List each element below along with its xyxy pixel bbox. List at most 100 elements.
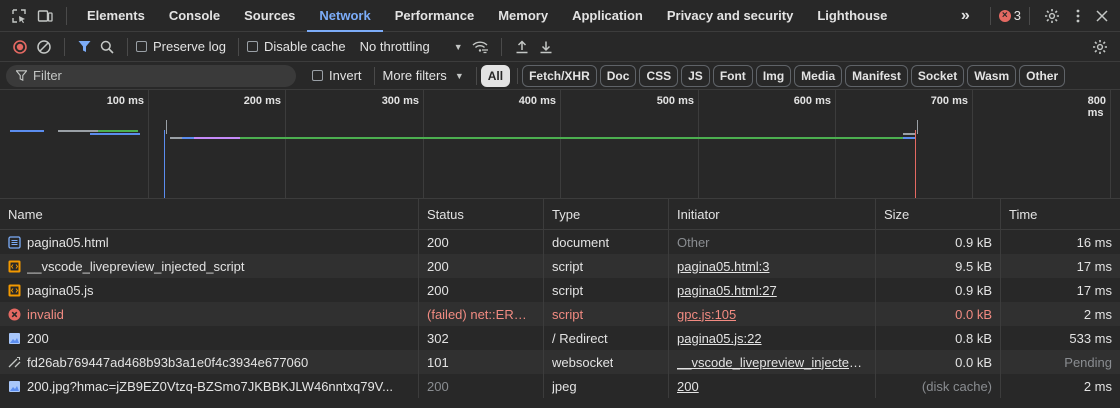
type-filter-font[interactable]: Font: [712, 64, 753, 87]
checkbox-icon[interactable]: [246, 41, 258, 52]
export-har-icon[interactable]: [534, 40, 558, 54]
dom-content-loaded-marker: [164, 130, 165, 198]
type-filter-css[interactable]: CSS: [639, 64, 679, 87]
cell-name[interactable]: pagina05.js: [0, 278, 419, 302]
initiator-link[interactable]: pagina05.js:22: [677, 331, 762, 346]
size-value: (disk cache): [921, 378, 992, 394]
inspect-element-icon[interactable]: [6, 3, 32, 29]
tab-privacy-and-security[interactable]: Privacy and security: [655, 0, 805, 32]
column-header-type[interactable]: Type: [544, 199, 669, 229]
settings-gear-icon[interactable]: [1038, 2, 1066, 30]
tab-elements[interactable]: Elements: [75, 0, 157, 32]
cell-size: (disk cache): [876, 374, 1001, 398]
throttling-select[interactable]: No throttling ▼: [360, 39, 463, 54]
kebab-menu-icon[interactable]: [1066, 2, 1090, 30]
cell-initiator: Other: [669, 230, 876, 254]
type-filter-all[interactable]: All: [480, 64, 511, 87]
tab-lighthouse[interactable]: Lighthouse: [805, 0, 899, 32]
initiator-link[interactable]: 200: [677, 379, 699, 394]
table-row[interactable]: pagina05.js 200 script pagina05.html:27 0.9 …: [0, 278, 1120, 302]
load-event-marker: [915, 130, 916, 198]
type-filter-manifest[interactable]: Manifest: [845, 64, 908, 87]
search-icon[interactable]: [95, 40, 119, 54]
table-row[interactable]: __vscode_livepreview_injected_script 200 s…: [0, 254, 1120, 278]
preserve-log-checkbox[interactable]: Preserve log: [136, 39, 226, 54]
selection-handle-right[interactable]: [917, 120, 918, 134]
cell-initiator[interactable]: 200: [669, 374, 876, 398]
invert-checkbox[interactable]: Invert: [312, 68, 362, 83]
initiator-link[interactable]: gpc.js:105: [677, 307, 736, 322]
cell-type: script: [544, 302, 669, 326]
request-name: pagina05.js: [27, 282, 94, 298]
type-filter-socket[interactable]: Socket: [910, 64, 965, 87]
type-filter-wasm[interactable]: Wasm: [967, 64, 1017, 87]
column-header-name[interactable]: Name: [0, 199, 419, 229]
column-header-size[interactable]: Size: [876, 199, 1001, 229]
table-row[interactable]: 200 302 / Redirect pagina05.js:22 0.8 kB 533 …: [0, 326, 1120, 350]
filter-funnel-icon[interactable]: [73, 40, 95, 53]
type-filter-doc[interactable]: Doc: [599, 64, 637, 87]
column-header-status[interactable]: Status: [419, 199, 544, 229]
divider: [64, 37, 65, 56]
time-value: 2 ms: [1083, 378, 1112, 394]
selection-handle-left[interactable]: [166, 120, 167, 134]
filter-input[interactable]: Filter: [6, 64, 296, 87]
more-tabs-button[interactable]: »: [949, 0, 982, 32]
script-icon: [8, 284, 21, 297]
timeline-tick-label: 600 ms: [793, 95, 831, 107]
time-value: 533 ms: [1069, 330, 1112, 346]
cell-initiator[interactable]: pagina05.js:22: [669, 326, 876, 350]
column-header-initiator[interactable]: Initiator: [669, 199, 876, 229]
timeline-tick-label: 200 ms: [243, 95, 281, 107]
clear-icon[interactable]: [32, 39, 56, 54]
type-filter-js[interactable]: JS: [681, 64, 710, 87]
cell-initiator[interactable]: gpc.js:105: [669, 302, 876, 326]
table-row[interactable]: 200.jpg?hmac=jZB9EZ0Vtzq-BZSmo7JKBBKJLW4…: [0, 374, 1120, 398]
waterfall-bar-queue: [182, 137, 194, 139]
type-filter-img[interactable]: Img: [755, 64, 792, 87]
network-conditions-icon[interactable]: [467, 40, 493, 54]
cell-initiator[interactable]: pagina05.html:3: [669, 254, 876, 278]
cell-name[interactable]: __vscode_livepreview_injected_script: [0, 254, 419, 278]
cell-name[interactable]: fd26ab769447ad468b93b3a1e0f4c3934e677060: [0, 350, 419, 374]
cell-size: 0.8 kB: [876, 326, 1001, 350]
tab-memory[interactable]: Memory: [486, 0, 560, 32]
cell-name[interactable]: 200: [0, 326, 419, 350]
resource-type-filters: All Fetch/XHR Doc CSS JS Font Img Media Manifest…: [480, 64, 1068, 87]
type-filter-other[interactable]: Other: [1019, 64, 1066, 87]
dropdown-arrow-icon: ▼: [454, 70, 464, 81]
cell-name[interactable]: invalid: [0, 302, 419, 326]
initiator-link[interactable]: pagina05.html:27: [677, 283, 777, 298]
initiator-link[interactable]: __vscode_livepreview_injected_s: [677, 355, 867, 370]
column-header-time[interactable]: Time: [1001, 199, 1120, 229]
table-row[interactable]: fd26ab769447ad468b93b3a1e0f4c3934e677060…: [0, 350, 1120, 374]
device-toolbar-icon[interactable]: [32, 3, 58, 29]
cell-name[interactable]: 200.jpg?hmac=jZB9EZ0Vtzq-BZSmo7JKBBKJLW4…: [0, 374, 419, 398]
table-row[interactable]: invalid (failed) net::ERR_... script gpc.js…: [0, 302, 1120, 326]
more-filters-dropdown[interactable]: More filters ▼: [383, 68, 464, 83]
tab-network[interactable]: Network: [307, 0, 383, 32]
disable-cache-checkbox[interactable]: Disable cache: [246, 39, 346, 54]
tab-application[interactable]: Application: [560, 0, 655, 32]
cell-size: 0.9 kB: [876, 278, 1001, 302]
tab-console[interactable]: Console: [157, 0, 232, 32]
checkbox-icon[interactable]: [136, 41, 147, 52]
initiator-link[interactable]: pagina05.html:3: [677, 259, 770, 274]
cell-initiator[interactable]: __vscode_livepreview_injected_s: [669, 350, 876, 374]
network-overview-timeline[interactable]: 100 ms 200 ms 300 ms 400 ms 500 ms 600 ms 700 …: [0, 90, 1120, 199]
tab-sources[interactable]: Sources: [232, 0, 307, 32]
network-settings-gear-icon[interactable]: [1088, 39, 1112, 55]
tab-performance[interactable]: Performance: [383, 0, 486, 32]
type-filter-media[interactable]: Media: [794, 64, 843, 87]
checkbox-icon[interactable]: [312, 70, 323, 81]
cell-initiator[interactable]: pagina05.html:27: [669, 278, 876, 302]
cell-name[interactable]: pagina05.html: [0, 230, 419, 254]
requests-table: Name Status Type Initiator Size Time pag…: [0, 199, 1120, 398]
error-count[interactable]: 3: [1014, 8, 1021, 23]
table-row[interactable]: pagina05.html 200 document Other 0.9 kB 16 ms: [0, 230, 1120, 254]
import-har-icon[interactable]: [510, 39, 534, 54]
error-count-icon[interactable]: ×: [998, 9, 1011, 22]
record-stop-icon[interactable]: [8, 39, 32, 54]
close-icon[interactable]: [1090, 2, 1114, 30]
type-filter-fetch-xhr[interactable]: Fetch/XHR: [522, 64, 597, 87]
